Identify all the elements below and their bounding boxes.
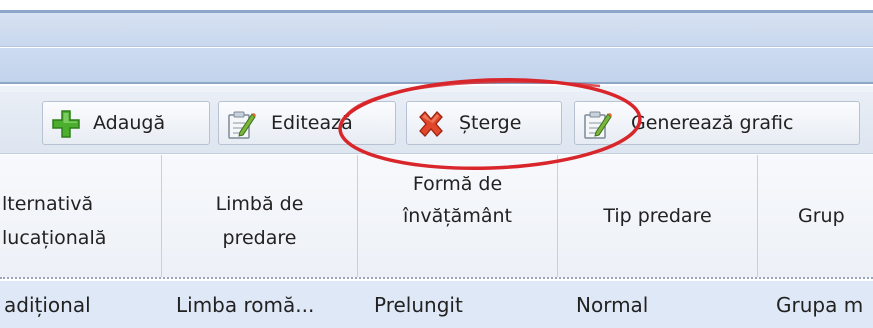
annotation-ellipse — [338, 77, 642, 171]
